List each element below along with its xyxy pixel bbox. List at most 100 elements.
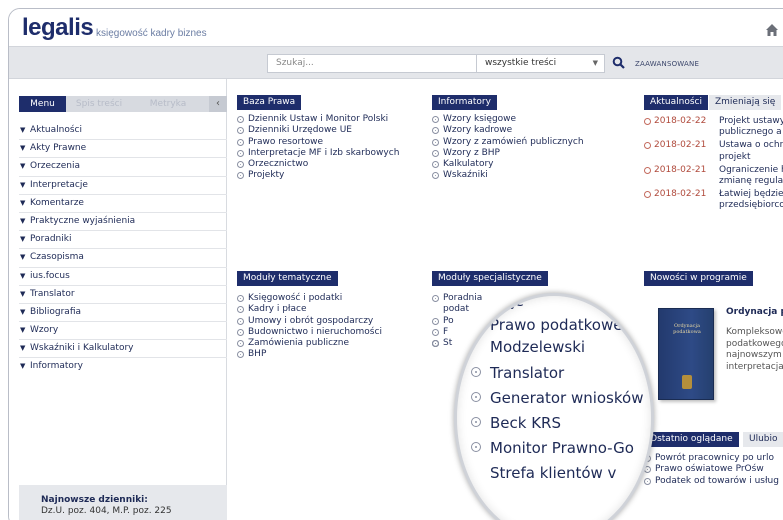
list-item[interactable]: Podatek od towarów i usług: [644, 476, 779, 487]
promo-description: Kompleksowe podatkowego najnowszym inter…: [726, 327, 783, 372]
sidebar-item-informatory[interactable]: ▼ Informatory: [19, 358, 227, 376]
logo[interactable]: legalis: [22, 14, 94, 42]
sidebar-item-wskazniki[interactable]: ▼ Wskaźniki i Kalkulatory: [19, 340, 227, 359]
news-item[interactable]: 2018-02-21 Ustawa o ochr projekt: [644, 140, 783, 162]
list-item[interactable]: Wzory księgowe: [432, 114, 584, 125]
news-list: 2018-02-22 Projekt ustawy publicznego a 2…: [644, 116, 783, 212]
moduly-specjalistyczne-header: Moduły specjalistyczne: [432, 271, 548, 286]
sidebar-item-praktyczne-wyjasnienia[interactable]: ▼ Praktyczne wyjaśnienia: [19, 213, 227, 232]
list-item[interactable]: BHP: [237, 349, 382, 360]
menu-list: ▼ Aktualności ▼ Akty Prawne ▼ Orzeczenia ▼ I…: [19, 122, 227, 377]
circle-bullet-icon: [237, 116, 244, 123]
list-item[interactable]: Prawo oświatowe PrOśw: [644, 464, 779, 475]
scope-select[interactable]: wszystkie treści ▼: [477, 54, 605, 73]
list-item[interactable]: Prawo resortowe: [237, 137, 399, 148]
baza-prawa-header: Baza Prawa: [237, 95, 302, 110]
list-item[interactable]: Umowy i obrót gospodarczy: [237, 316, 382, 327]
sidebar-item-komentarze[interactable]: ▼ Komentarze: [19, 195, 227, 213]
list-item[interactable]: Kalkulatory: [432, 159, 584, 170]
sidebar-item-interpretacje[interactable]: ▼ Interpretacje: [19, 177, 227, 195]
circle-bullet-icon: [432, 149, 439, 157]
informatory-list: Wzory księgowe Wzory kadrowe Wzory z zam…: [432, 114, 584, 182]
latest-journals-text[interactable]: Dz.U. poz. 404, M.P. poz. 225: [41, 506, 227, 516]
sidebar-item-czasopisma[interactable]: ▼ Czasopisma: [19, 249, 227, 268]
sidebar-item-aktualnosci[interactable]: ▼ Aktualności: [19, 122, 227, 141]
magnified-item[interactable]: Beck KRS: [471, 414, 561, 432]
sidebar-item-ius-focus[interactable]: ▼ ius.focus: [19, 268, 227, 286]
tab-ulubione[interactable]: Ulubio: [743, 432, 783, 447]
list-item[interactable]: Kadry i płace: [237, 304, 382, 315]
magnified-item[interactable]: Monitor Prawno-Go: [471, 439, 634, 457]
circle-bullet-icon: [432, 317, 439, 325]
chevron-down-icon: ▼: [20, 344, 26, 353]
circle-bullet-icon: [237, 127, 244, 135]
circle-bullet-icon: [237, 317, 244, 325]
book-cover-image[interactable]: Ordynacja podatkowa: [658, 308, 714, 400]
sidebar-item-label: Akty Prawne: [30, 143, 87, 154]
list-item[interactable]: Interpretacje MF i Izb skarbowych: [237, 148, 399, 159]
book-label: Ordynacja podatkowa: [673, 323, 701, 335]
circle-bullet-icon: [237, 340, 244, 348]
tab-spis-tresci[interactable]: Spis treści: [70, 96, 128, 112]
circle-bullet-icon: [471, 442, 481, 452]
list-item[interactable]: Budownictwo i nieruchomości: [237, 327, 382, 338]
sidebar-item-translator[interactable]: ▼ Translator: [19, 286, 227, 304]
list-item[interactable]: Dziennik Ustaw i Monitor Polski: [237, 114, 399, 125]
list-item[interactable]: Wzory z BHP: [432, 148, 584, 159]
sidebar-item-wzory[interactable]: ▼ Wzory: [19, 322, 227, 341]
promo-title[interactable]: Ordynacja poc: [726, 307, 783, 317]
magnified-item[interactable]: Generator wniosków: [471, 389, 643, 407]
sidebar-item-label: Translator: [30, 288, 75, 299]
list-item[interactable]: Zamówienia publiczne: [237, 338, 382, 349]
advanced-search-link[interactable]: ZAAWANSOWANE: [635, 60, 699, 68]
sidebar-item-orzeczenia[interactable]: ▼ Orzeczenia: [19, 158, 227, 177]
baza-prawa-list: Dziennik Ustaw i Monitor Polski Dziennik…: [237, 114, 399, 182]
list-item[interactable]: Wzory kadrowe: [432, 125, 584, 136]
magnified-item[interactable]: Prawo podatkowe: [471, 316, 622, 334]
chevron-left-icon[interactable]: ‹: [209, 96, 227, 112]
magnified-item[interactable]: Translator: [471, 364, 564, 382]
magnifier-overlay: acje Prawo podatkowe Modzelewski Transla…: [454, 293, 654, 520]
tab-menu[interactable]: Menu: [19, 96, 66, 112]
sidebar-item-poradniki[interactable]: ▼ Poradniki: [19, 231, 227, 250]
circle-bullet-icon: [237, 295, 244, 302]
circle-bullet-icon: [432, 116, 439, 123]
news-date: 2018-02-21: [654, 140, 707, 151]
news-item[interactable]: 2018-02-21 Ograniczenie h zmianę regular: [644, 165, 783, 187]
search-input[interactable]: Szukaj...: [267, 54, 477, 73]
list-item[interactable]: Wskaźniki: [432, 170, 584, 181]
tab-zmieniaja-sie[interactable]: Zmieniają się: [709, 95, 782, 110]
circle-bullet-icon: [237, 161, 244, 169]
tab-metryka[interactable]: Metryka: [133, 96, 203, 112]
circle-bullet-icon: [432, 172, 439, 180]
chevron-down-icon: ▼: [20, 180, 26, 189]
circle-bullet-icon: [644, 191, 651, 199]
search-icon[interactable]: [612, 55, 626, 71]
magnified-fragment: acje: [495, 294, 524, 310]
circle-bullet-icon: [237, 351, 244, 359]
circle-bullet-icon: [432, 161, 439, 169]
list-item[interactable]: Orzecznictwo: [237, 159, 399, 170]
circle-bullet-icon: [432, 328, 439, 336]
list-item[interactable]: Wzory z zamówień publicznych: [432, 137, 584, 148]
tab-ostatnio-ogladane[interactable]: Ostatnio oglądane: [644, 432, 739, 447]
magnified-item-continuation[interactable]: Modzelewski: [490, 338, 585, 356]
tab-aktualnosci[interactable]: Aktualności: [644, 95, 708, 110]
news-text: Ustawa o ochr projekt: [719, 140, 783, 162]
sidebar-item-akty-prawne[interactable]: ▼ Akty Prawne: [19, 140, 227, 159]
sidebar-item-bibliografia[interactable]: ▼ Bibliografia: [19, 304, 227, 323]
news-item[interactable]: 2018-02-21 Łatwiej będzie przedsiębiorco: [644, 189, 783, 211]
scope-select-value: wszystkie treści: [485, 58, 557, 68]
circle-bullet-icon: [432, 340, 439, 348]
circle-bullet-icon: [237, 328, 244, 336]
recently-viewed-list: Powrót pracownicy po urlo Prawo oświatow…: [644, 453, 779, 487]
sidebar-item-label: ius.focus: [30, 270, 70, 281]
list-item[interactable]: Dzienniki Urzędowe UE: [237, 125, 399, 136]
list-item[interactable]: Projekty: [237, 170, 399, 181]
home-icon[interactable]: [765, 23, 779, 37]
magnified-item[interactable]: Strefa klientów v: [490, 464, 616, 482]
list-item[interactable]: Księgowość i podatki: [237, 293, 382, 304]
news-item[interactable]: 2018-02-22 Projekt ustawy publicznego a: [644, 116, 783, 138]
list-item[interactable]: Powrót pracownicy po urlo: [644, 453, 779, 464]
sidebar-item-label: Wzory: [30, 325, 59, 336]
